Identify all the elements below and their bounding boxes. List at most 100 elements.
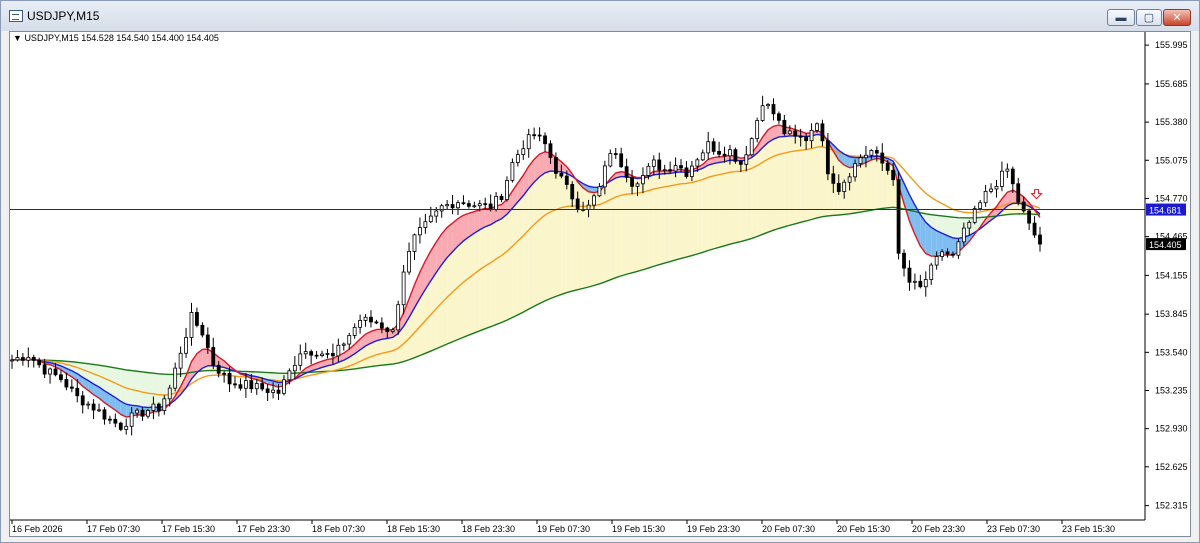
candle-body: [434, 210, 439, 217]
candle-body: [64, 379, 69, 388]
chart-area[interactable]: 155.995 155.685 155.380 155.075 154.770 154.4…: [9, 31, 1191, 537]
candle: [505, 176, 509, 202]
candle-body: [798, 135, 803, 138]
candle: [86, 401, 91, 410]
candle-body: [189, 312, 194, 338]
candle-body: [466, 203, 471, 207]
candle-body: [37, 360, 42, 366]
ma-cloud-fill: [528, 182, 535, 310]
candle: [102, 407, 107, 425]
ma-cloud-fill: [468, 233, 475, 336]
window-title: USDJPY,M15: [27, 9, 100, 23]
candle: [108, 415, 112, 425]
ma-cloud-fill: [952, 217, 959, 239]
minimize-button[interactable]: ▬: [1107, 9, 1135, 26]
candle-body: [983, 190, 988, 204]
candle-body: [162, 398, 167, 411]
y-tick-label: 155.685: [1155, 79, 1188, 89]
ma-cloud-fill: [942, 215, 948, 236]
candle-body: [853, 163, 857, 178]
candle-body: [613, 153, 618, 155]
ma-cloud-fill: [860, 157, 866, 213]
candle: [113, 413, 118, 428]
candle-body: [396, 304, 401, 331]
ma-cloud-fill: [795, 135, 801, 224]
ma-fill-layer: [12, 124, 1040, 418]
x-tick-label: 23 Feb 07:30: [987, 524, 1040, 534]
candle: [124, 418, 129, 435]
ma-cloud-fill: [762, 142, 769, 235]
x-tick-label: 19 Feb 07:30: [537, 524, 590, 534]
candle-body: [407, 251, 411, 273]
candle-body: [15, 357, 20, 361]
candle-body: [706, 141, 711, 154]
candle-body: [243, 380, 248, 389]
candle: [26, 347, 31, 368]
ma-cloud-fill: [550, 171, 556, 299]
candle: [684, 161, 689, 179]
candle: [907, 260, 912, 291]
candle-body: [260, 383, 265, 390]
candle-body: [292, 364, 297, 372]
candle-body: [254, 383, 259, 390]
candle-body: [1005, 168, 1010, 172]
candle-body: [26, 356, 31, 361]
y-tick-label: 154.155: [1155, 270, 1188, 280]
candle-body: [864, 154, 868, 159]
candle: [59, 370, 63, 383]
ma-cloud-fill: [757, 147, 763, 237]
candle: [347, 332, 352, 350]
ma-ribbon-fill: [202, 349, 208, 369]
x-tick-label: 16 Feb 2026: [12, 524, 63, 534]
candle: [1038, 226, 1042, 252]
candle: [298, 344, 303, 371]
candle-body: [418, 227, 422, 236]
ma-cloud-fill: [365, 343, 371, 368]
last-price-label: 154.405: [1149, 240, 1182, 250]
candle-body: [651, 159, 656, 167]
ma-cloud-fill: [501, 214, 507, 323]
candle-body: [711, 141, 716, 152]
candle: [445, 200, 450, 210]
ma-cloud-fill: [131, 370, 138, 406]
candle: [1027, 208, 1032, 230]
candle-body: [461, 202, 466, 205]
candle: [184, 327, 188, 358]
ma-cloud-fill: [686, 171, 692, 258]
ma-cloud-fill: [773, 136, 779, 231]
candle: [1016, 177, 1021, 206]
candle: [314, 350, 319, 360]
candle-body: [597, 186, 602, 197]
x-tick-label: 19 Feb 15:30: [612, 524, 665, 534]
price-chart[interactable]: 155.995 155.685 155.380 155.075 154.770 154.4…: [10, 32, 1190, 536]
candle: [64, 372, 69, 391]
candle-body: [505, 180, 509, 201]
y-tick-label: 155.380: [1155, 117, 1188, 127]
close-button[interactable]: ✕: [1163, 9, 1191, 26]
candle-body: [173, 367, 178, 389]
y-tick-label: 152.625: [1155, 462, 1188, 472]
maximize-button[interactable]: ▢: [1136, 9, 1162, 26]
ma-cloud-fill: [506, 208, 513, 321]
candle-body: [684, 167, 689, 177]
candle: [200, 322, 205, 338]
candle: [369, 310, 373, 328]
candle: [766, 103, 770, 109]
candle-body: [700, 152, 705, 161]
candle: [777, 111, 781, 124]
y-tick-label: 153.235: [1155, 385, 1188, 395]
candle-body: [521, 148, 526, 155]
candle: [439, 203, 444, 218]
ma-cloud-fill: [865, 156, 872, 212]
candle-body: [815, 123, 819, 131]
candle-body: [662, 169, 667, 172]
candle-body: [341, 343, 346, 346]
x-tick-label: 18 Feb 07:30: [312, 524, 365, 534]
dropdown-triangle-icon[interactable]: ▼: [13, 33, 22, 43]
candle-body: [336, 344, 341, 357]
title-bar[interactable]: USDJPY,M15 ▬ ▢ ✕: [1, 1, 1199, 31]
candle: [532, 127, 537, 140]
candle-body: [249, 380, 254, 390]
candle: [173, 362, 178, 392]
candle-body: [961, 227, 966, 243]
